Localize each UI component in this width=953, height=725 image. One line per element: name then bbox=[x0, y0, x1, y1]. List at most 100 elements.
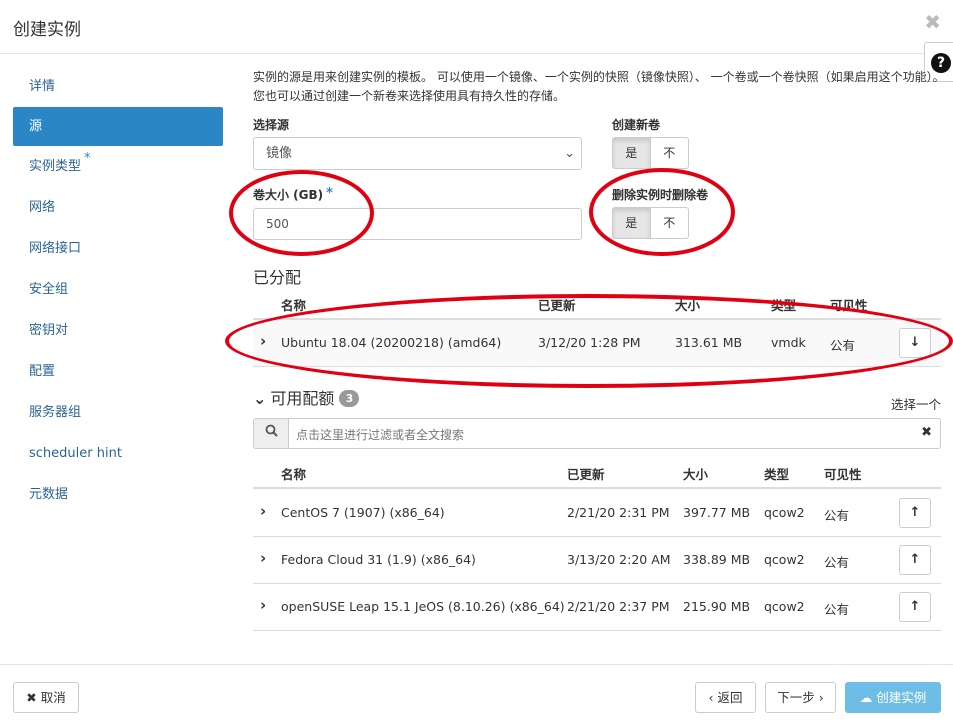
nav-item-label: 详情 bbox=[29, 79, 56, 94]
image-size: 313.61 MB bbox=[675, 335, 743, 350]
create-volume-no[interactable]: 不 bbox=[650, 137, 689, 169]
column-visibility: 可见性 bbox=[824, 467, 862, 482]
chevron-right-icon[interactable]: › bbox=[260, 596, 266, 614]
clear-search-icon[interactable]: ✖ bbox=[921, 425, 932, 440]
column-visibility: 可见性 bbox=[830, 298, 868, 313]
column-name: 名称 bbox=[281, 298, 307, 313]
required-marker: * bbox=[326, 186, 333, 201]
back-button[interactable]: ‹ 返回 bbox=[695, 682, 756, 713]
image-size: 215.90 MB bbox=[683, 599, 751, 614]
available-row: › Fedora Cloud 31 (1.9) (x86_64) 3/13/20… bbox=[253, 537, 941, 584]
nav-item-source[interactable]: 源 bbox=[13, 107, 223, 146]
nav-item-server-groups[interactable]: 服务器组 bbox=[13, 392, 223, 433]
image-updated: 3/12/20 1:28 PM bbox=[538, 335, 641, 350]
next-button[interactable]: 下一步 › bbox=[765, 682, 836, 713]
nav-item-flavor[interactable]: 实例类型* bbox=[13, 146, 223, 187]
column-type: 类型 bbox=[764, 467, 790, 482]
delete-volume-toggle: 是 不 bbox=[612, 207, 689, 239]
nav-item-label: scheduler hint bbox=[29, 446, 122, 461]
required-marker: * bbox=[84, 151, 91, 166]
column-updated: 已更新 bbox=[567, 467, 605, 482]
image-type: qcow2 bbox=[764, 505, 805, 520]
nav-item-label: 配置 bbox=[29, 364, 56, 379]
image-name: CentOS 7 (1907) (x86_64) bbox=[281, 505, 445, 520]
column-updated: 已更新 bbox=[538, 298, 576, 313]
image-name: Ubuntu 18.04 (20200218) (amd64) bbox=[281, 335, 502, 350]
select-source-label: 选择源 bbox=[253, 118, 290, 132]
available-table-header: 名称 已更新 大小 类型 可见性 bbox=[253, 461, 941, 489]
image-visibility: 公有 bbox=[824, 555, 850, 570]
column-name: 名称 bbox=[281, 467, 307, 482]
nav-item-configuration[interactable]: 配置 bbox=[13, 351, 223, 392]
select-one-hint: 选择一个 bbox=[890, 397, 941, 412]
available-row: › openSUSE Leap 15.1 JeOS (8.10.26) (x86… bbox=[253, 584, 941, 631]
allocated-table-header: 名称 已更新 大小 类型 可见性 bbox=[253, 292, 941, 320]
nav-item-details[interactable]: 详情 bbox=[13, 66, 223, 107]
image-type: qcow2 bbox=[764, 552, 805, 567]
allocate-button[interactable]: ↑ bbox=[899, 545, 931, 575]
available-title[interactable]: ⌄ 可用配额 3 bbox=[253, 385, 360, 409]
volume-size-label: 卷大小 (GB) * bbox=[253, 186, 333, 203]
create-volume-toggle: 是 不 bbox=[612, 137, 689, 169]
nav-item-network-ports[interactable]: 网络接口 bbox=[13, 228, 223, 269]
column-size: 大小 bbox=[675, 298, 701, 313]
image-size: 397.77 MB bbox=[683, 505, 751, 520]
modal-title: 创建实例 bbox=[13, 20, 81, 40]
delete-volume-no[interactable]: 不 bbox=[650, 207, 689, 239]
available-title-text: 可用配额 bbox=[270, 389, 335, 408]
nav-item-metadata[interactable]: 元数据 bbox=[13, 474, 223, 515]
image-visibility: 公有 bbox=[824, 602, 850, 617]
allocate-button[interactable]: ↑ bbox=[899, 498, 931, 528]
nav-item-label: 元数据 bbox=[29, 487, 69, 502]
nav-item-networks[interactable]: 网络 bbox=[13, 187, 223, 228]
delete-volume-yes[interactable]: 是 bbox=[612, 207, 651, 239]
image-updated: 3/13/20 2:20 AM bbox=[567, 552, 671, 567]
image-name: openSUSE Leap 15.1 JeOS (8.10.26) (x86_6… bbox=[281, 599, 565, 614]
available-count-badge: 3 bbox=[339, 390, 360, 407]
allocate-button[interactable]: ↑ bbox=[899, 592, 931, 622]
nav-item-label: 实例类型 bbox=[29, 159, 82, 174]
create-instance-button[interactable]: ☁ 创建实例 bbox=[845, 682, 941, 713]
nav-item-label: 密钥对 bbox=[29, 323, 69, 338]
modal-footer: ✖ 取消 ‹ 返回 下一步 › ☁ 创建实例 bbox=[0, 664, 953, 725]
column-type: 类型 bbox=[771, 298, 797, 313]
search-box[interactable]: 点击这里进行过滤或者全文搜索 ✖ bbox=[253, 418, 941, 449]
nav-item-key-pair[interactable]: 密钥对 bbox=[13, 310, 223, 351]
image-type: vmdk bbox=[771, 335, 806, 350]
wizard-nav: 详情 源 实例类型* 网络 网络接口 安全组 密钥对 配置 服务器组 sched… bbox=[13, 66, 223, 515]
volume-size-label-text: 卷大小 (GB) bbox=[253, 188, 324, 202]
nav-item-label: 网络 bbox=[29, 200, 56, 215]
create-volume-label: 创建新卷 bbox=[612, 118, 661, 132]
volume-size-input[interactable]: 500 bbox=[253, 208, 582, 240]
image-size: 338.89 MB bbox=[683, 552, 751, 567]
chevron-right-icon[interactable]: › bbox=[260, 332, 266, 350]
search-input[interactable]: 点击这里进行过滤或者全文搜索 bbox=[296, 426, 464, 443]
allocated-row: › Ubuntu 18.04 (20200218) (amd64) 3/12/2… bbox=[253, 320, 941, 367]
chevron-right-icon[interactable]: › bbox=[260, 502, 266, 520]
nav-item-label: 服务器组 bbox=[29, 405, 82, 420]
nav-item-security-groups[interactable]: 安全组 bbox=[13, 269, 223, 310]
create-volume-yes[interactable]: 是 bbox=[612, 137, 651, 169]
available-row: › CentOS 7 (1907) (x86_64) 2/21/20 2:31 … bbox=[253, 490, 941, 537]
image-visibility: 公有 bbox=[824, 508, 850, 523]
cancel-button[interactable]: ✖ 取消 bbox=[13, 682, 79, 713]
image-updated: 2/21/20 2:37 PM bbox=[567, 599, 670, 614]
deallocate-button[interactable]: ↓ bbox=[899, 328, 931, 358]
image-updated: 2/21/20 2:31 PM bbox=[567, 505, 670, 520]
image-name: Fedora Cloud 31 (1.9) (x86_64) bbox=[281, 552, 476, 567]
chevron-right-icon[interactable]: › bbox=[260, 549, 266, 567]
select-source-dropdown[interactable]: 镜像 ⌄ bbox=[253, 137, 582, 170]
nav-item-label: 安全组 bbox=[29, 282, 69, 297]
nav-item-label: 网络接口 bbox=[29, 241, 82, 256]
nav-item-scheduler-hint[interactable]: scheduler hint bbox=[13, 433, 223, 474]
nav-item-label: 源 bbox=[29, 119, 43, 134]
column-size: 大小 bbox=[683, 467, 709, 482]
close-icon[interactable]: ✖ bbox=[924, 12, 941, 32]
image-visibility: 公有 bbox=[830, 338, 856, 353]
source-description: 实例的源是用来创建实例的模板。 可以使用一个镜像、一个实例的快照（镜像快照）、 … bbox=[253, 70, 945, 103]
image-type: qcow2 bbox=[764, 599, 805, 614]
search-icon bbox=[254, 419, 289, 448]
allocated-title: 已分配 bbox=[253, 268, 302, 287]
chevron-down-icon: ⌄ bbox=[253, 389, 267, 408]
chevron-down-icon: ⌄ bbox=[564, 146, 575, 161]
